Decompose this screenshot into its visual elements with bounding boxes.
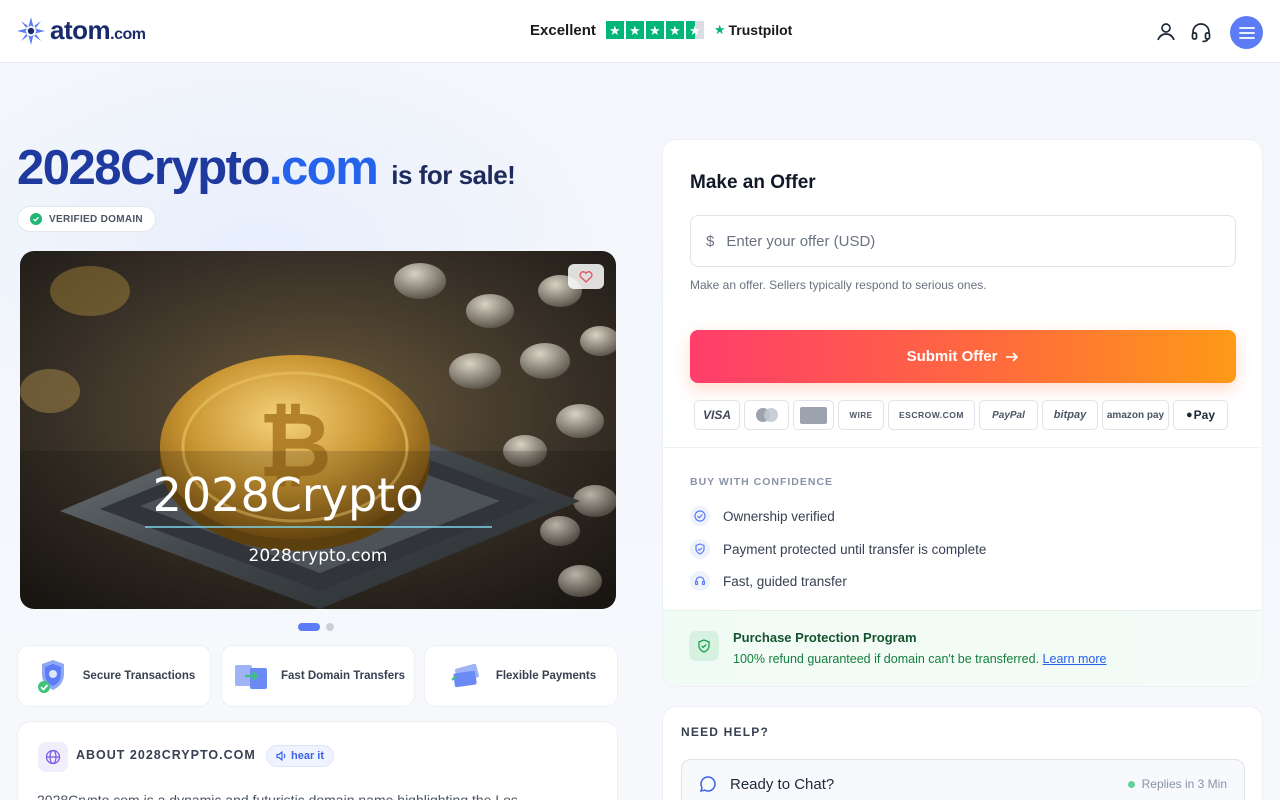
feature-flexible-payments: Flexible Payments [424,645,618,707]
user-icon[interactable] [1154,20,1178,44]
mastercard-logo [744,400,789,430]
menu-button[interactable] [1230,16,1263,49]
star-icon: ★ [605,21,624,39]
chat-status: Replies in 3 Min [1127,777,1227,791]
menu-icon [1238,26,1255,39]
star-half-icon: ★ [685,21,704,39]
hear-it-label: hear it [291,750,325,762]
atom-logo-icon [17,16,45,45]
favorite-button[interactable] [568,264,604,289]
confidence-item-label: Fast, guided transfer [723,573,847,589]
offer-input-field[interactable]: $ [690,215,1236,267]
domain-hero-image: ₿ 2028Crypto 2028crypto.com [20,251,616,609]
feature-label: Flexible Payments [495,670,597,682]
arrow-right-icon [1006,351,1019,362]
heart-icon [579,270,593,283]
confidence-item-label: Payment protected until transfer is comp… [723,541,987,557]
amazon-pay-logo: amazon pay [1102,400,1169,430]
payment-methods: VISA WIRE ESCROW.COM PayPal bitpay amazo… [694,400,1228,430]
atom-logo[interactable]: atom.com [16,15,146,46]
paypal-logo: PayPal [979,400,1038,430]
divider [663,447,1262,448]
bitcoin-chip-illustration: ₿ 2028Crypto 2028crypto.com [20,251,616,609]
purchase-protection-banner: Purchase Protection Program 100% refund … [663,610,1262,686]
cards-icon [451,663,479,688]
feature-fast-domain-transfers: Fast Domain Transfers [221,645,415,707]
confidence-item-label: Ownership verified [723,508,835,524]
submit-offer-label: Submit Offer [906,348,998,365]
trustpilot-brand: ★ Trustpilot [713,22,793,38]
domain-title: 2028Crypto.com [17,141,379,195]
carousel-dot-active[interactable] [298,623,320,631]
need-help-card: NEED HELP? Ready to Chat? Replies in 3 M… [662,706,1263,800]
learn-more-link[interactable]: Learn more [1043,652,1107,666]
star-icon: ★ [645,21,664,39]
offer-amount-input[interactable] [726,232,1207,250]
help-title: NEED HELP? [681,725,770,739]
protection-description: 100% refund guaranteed if domain can't b… [733,652,1107,666]
trustpilot-rating[interactable]: Excellent ★ ★ ★ ★ ★ ★ Trustpilot [530,21,792,39]
logo-wordmark: atom.com [50,15,146,45]
confidence-item: Fast, guided transfer [690,571,847,591]
bitpay-logo: bitpay [1042,400,1098,430]
confidence-label: BUY WITH CONFIDENCE [690,476,834,488]
verified-domain-badge: VERIFIED DOMAIN [17,206,156,232]
carousel-dot[interactable] [326,623,334,631]
escrow-logo: ESCROW.COM [888,400,975,430]
chat-button[interactable]: Ready to Chat? Replies in 3 Min [681,759,1245,800]
carousel-dots [298,623,334,631]
apple-icon: ● [1185,409,1193,421]
trustpilot-label: Excellent [530,21,596,39]
submit-offer-button[interactable]: Submit Offer [690,330,1236,383]
image-subtitle: 2028crypto.com [249,546,388,566]
globe-icon [38,742,68,772]
star-icon: ★ [625,21,644,39]
chat-label: Ready to Chat? [730,776,835,793]
about-title: ABOUT 2028CRYPTO.COM [76,748,256,762]
for-sale-text: is for sale! [391,160,516,190]
about-description: 2028Crypto.com is a dynamic and futurist… [37,792,518,800]
star-icon: ★ [665,21,684,39]
offer-title: Make an Offer [690,172,816,193]
protection-title: Purchase Protection Program [733,630,917,645]
trustpilot-star-icon: ★ [713,22,726,37]
confidence-item: Payment protected until transfer is comp… [690,539,986,559]
currency-symbol: $ [706,232,715,250]
feature-label: Fast Domain Transfers [281,670,405,682]
wire-transfer-logo: WIRE [838,400,884,430]
headset-icon[interactable] [1189,20,1213,44]
verified-domain-label: VERIFIED DOMAIN [49,213,143,225]
confidence-item: Ownership verified [690,506,835,526]
chat-bubble-icon [699,776,716,792]
speaker-icon [276,751,286,761]
transfer-icon [235,665,267,689]
apple-pay-logo: ● Pay [1173,400,1228,430]
shield-check-icon [689,631,719,661]
online-indicator [1127,780,1135,788]
shield-check-icon [690,539,710,559]
site-header: atom.com Excellent ★ ★ ★ ★ ★ ★ Trustpilot [0,0,1280,63]
hear-it-button[interactable]: hear it [266,745,335,767]
feature-secure-transactions: Secure Transactions [17,645,211,707]
headset-icon [690,571,710,591]
image-title: 2028Crypto [153,468,424,522]
make-offer-card: Make an Offer $ Make an offer. Sellers t… [662,139,1263,687]
check-circle-icon [690,506,710,526]
shield-check-icon [37,660,64,693]
about-section: ABOUT 2028CRYPTO.COM hear it 2028Crypto.… [17,721,618,800]
amex-logo [793,400,834,430]
offer-hint: Make an offer. Sellers typically respond… [690,278,987,292]
feature-label: Secure Transactions [82,670,196,682]
trustpilot-stars: ★ ★ ★ ★ ★ [605,21,704,39]
visa-logo: VISA [694,400,740,430]
page-title: 2028Crypto.com is for sale! [17,140,516,196]
check-circle-icon [30,213,42,225]
